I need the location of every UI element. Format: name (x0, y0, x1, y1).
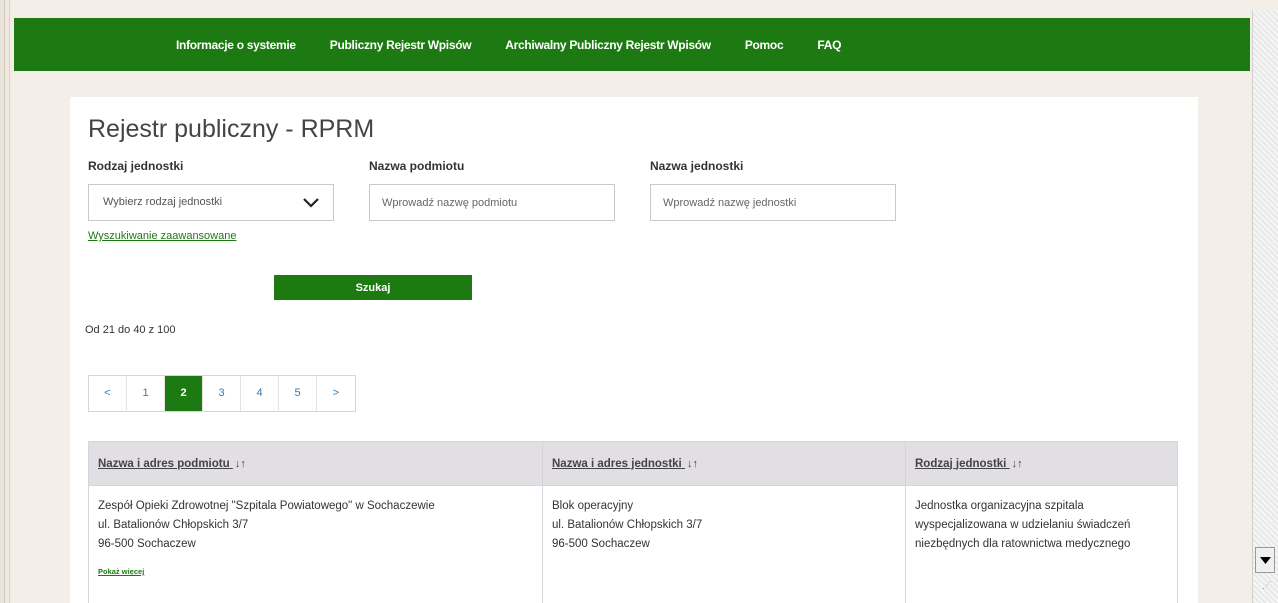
pagination-prev[interactable]: < (89, 376, 127, 411)
column-header-unit-label: Nazwa i adres jednostki (552, 457, 682, 470)
entity-name: Zespół Opieki Zdrowotnej "Szpitala Powia… (98, 500, 435, 512)
unit-name-input[interactable] (650, 184, 896, 221)
unit-name-label: Nazwa jednostki (650, 159, 744, 173)
column-header-type-label: Rodzaj jednostki (915, 457, 1007, 470)
unit-type-label: Rodzaj jednostki (88, 159, 184, 173)
unit-city: 96-500 Sochaczew (552, 538, 650, 550)
entity-city: 96-500 Sochaczew (98, 538, 196, 550)
column-header-type[interactable]: Rodzaj jednostki ↓↑ (905, 441, 1178, 486)
unit-type-select[interactable]: Wybierz rodzaj jednostki (88, 184, 334, 221)
search-button[interactable]: Szukaj (274, 275, 472, 300)
vertical-scrollbar[interactable] (1252, 10, 1278, 603)
arrow-down-icon (1260, 557, 1271, 564)
entity-name-input[interactable] (369, 184, 615, 221)
column-header-entity-label: Nazwa i adres podmiotu (98, 457, 230, 470)
unit-type-select-value: Wybierz rodzaj jednostki (103, 196, 223, 208)
pagination-page-4[interactable]: 4 (241, 376, 279, 411)
show-more-link[interactable]: Pokaż więcej (98, 562, 533, 581)
pagination-page-3[interactable]: 3 (203, 376, 241, 411)
sort-icon[interactable]: ↓↑ (687, 458, 698, 470)
margin-line (4, 0, 5, 603)
sort-icon[interactable]: ↓↑ (235, 458, 246, 470)
column-header-unit[interactable]: Nazwa i adres jednostki ↓↑ (542, 441, 906, 486)
unit-name: Blok operacyjny (552, 500, 634, 512)
column-header-entity[interactable]: Nazwa i adres podmiotu ↓↑ (88, 441, 543, 486)
nav-item-system-info[interactable]: Informacje o systemie (176, 38, 296, 52)
unit-street: ul. Batalionów Chłopskich 3/7 (552, 519, 703, 531)
top-navigation: Informacje o systemie Publiczny Rejestr … (14, 18, 1250, 71)
entity-name-label: Nazwa podmiotu (369, 159, 465, 173)
nav-item-faq[interactable]: FAQ (817, 38, 841, 52)
scroll-down-button[interactable] (1255, 547, 1275, 573)
nav-item-help[interactable]: Pomoc (745, 38, 784, 52)
advanced-search-link[interactable]: Wyszukiwanie zaawansowane (88, 230, 236, 242)
chevron-down-icon (303, 198, 319, 208)
sort-icon[interactable]: ↓↑ (1012, 458, 1023, 470)
cell-type: Jednostka organizacyjna szpitala wyspecj… (905, 485, 1178, 603)
unit-type-text: Jednostka organizacyjna szpitala wyspecj… (915, 500, 1131, 550)
pagination-page-5[interactable]: 5 (279, 376, 317, 411)
results-table: Nazwa i adres podmiotu ↓↑ Nazwa i adres … (88, 441, 1178, 603)
nav-item-public-register[interactable]: Publiczny Rejestr Wpisów (330, 38, 472, 52)
resize-grip-icon[interactable]: ⋰ (1262, 580, 1272, 591)
page-title: Rejestr publiczny - RPRM (88, 115, 375, 143)
results-range-text: Od 21 do 40 z 100 (85, 324, 176, 336)
main-panel: Rejestr publiczny - RPRM Rodzaj jednostk… (70, 97, 1198, 603)
pagination-page-1[interactable]: 1 (127, 376, 165, 411)
nav-item-archive-register[interactable]: Archiwalny Publiczny Rejestr Wpisów (505, 38, 711, 52)
cell-entity: Zespół Opieki Zdrowotnej "Szpitala Powia… (88, 485, 543, 603)
cell-unit: Blok operacyjny ul. Batalionów Chłopskic… (542, 485, 906, 603)
margin-line (9, 0, 10, 603)
table-row: Zespół Opieki Zdrowotnej "Szpitala Powia… (88, 485, 1178, 603)
pagination-next[interactable]: > (317, 376, 355, 411)
page-left-margin (0, 0, 14, 603)
pagination-page-2-active[interactable]: 2 (165, 376, 203, 411)
pagination: < 1 2 3 4 5 > (88, 375, 356, 412)
entity-street: ul. Batalionów Chłopskich 3/7 (98, 519, 249, 531)
